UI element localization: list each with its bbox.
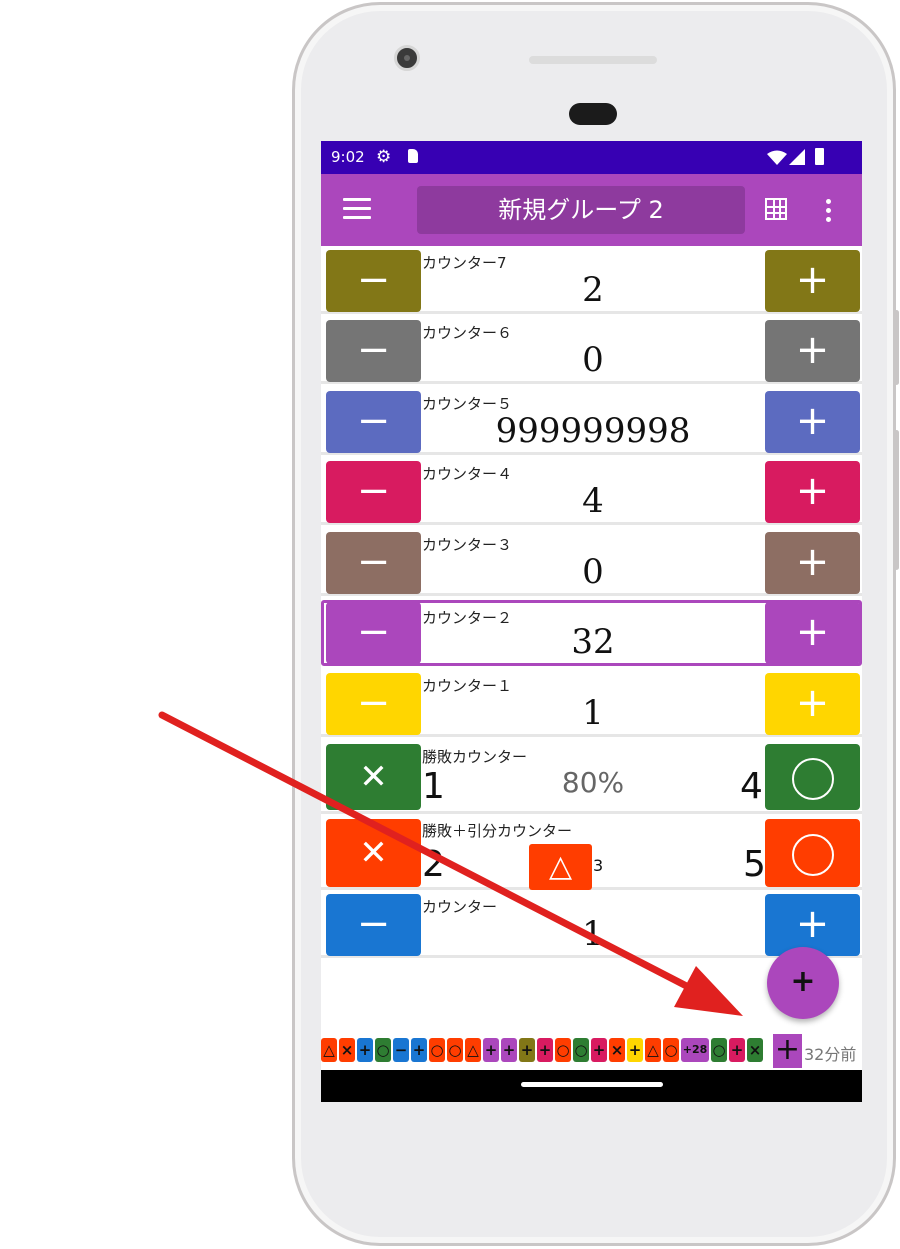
annotation-arrow: [158, 711, 743, 1016]
